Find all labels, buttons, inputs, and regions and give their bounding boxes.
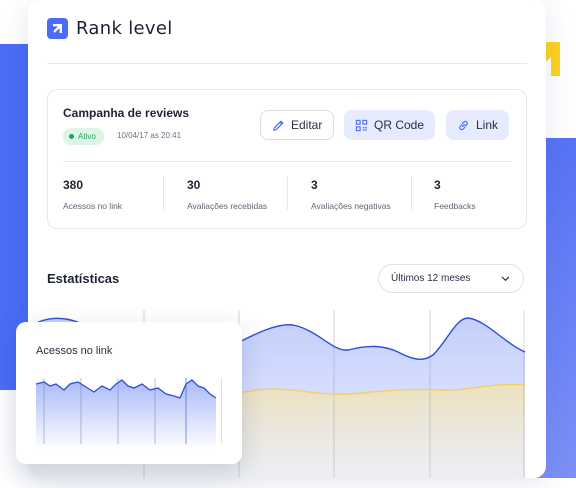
campaign-date: 10/04/17 as 20:41	[117, 131, 182, 140]
stat-divider	[163, 176, 164, 210]
stat-value: 3	[311, 178, 318, 192]
statistics-title: Estatísticas	[47, 271, 120, 286]
mini-series-area	[36, 380, 216, 450]
qr-code-icon	[355, 119, 368, 131]
link-button-label: Link	[476, 118, 499, 132]
period-select-value: Últimos 12 meses	[391, 273, 471, 284]
stat-feedbacks: 3 Feedbacks	[434, 178, 544, 211]
header-divider	[47, 63, 527, 64]
stat-divider	[411, 176, 412, 210]
stat-value: 30	[187, 178, 201, 192]
edit-button-label: Editar	[291, 118, 323, 132]
brand-name: Rank level	[76, 18, 173, 39]
stat-value: 380	[63, 178, 84, 192]
stat-link-access: 380 Acessos no link	[63, 178, 173, 211]
stat-label: Avaliações negativas	[311, 201, 391, 211]
status-label: Ativo	[78, 132, 96, 141]
stat-value: 3	[434, 178, 441, 192]
chevron-down-icon	[501, 276, 510, 281]
campaign-title: Campanha de reviews	[63, 106, 190, 120]
pencil-icon	[273, 120, 284, 131]
stat-label: Acessos no link	[63, 201, 123, 211]
qr-code-button[interactable]: QR Code	[344, 110, 436, 140]
edit-button[interactable]: Editar	[260, 110, 335, 140]
campaign-divider	[63, 161, 511, 162]
stat-reviews-received: 30 Avaliações recebidas	[187, 178, 297, 211]
brand-mark-icon	[47, 18, 68, 39]
period-select[interactable]: Últimos 12 meses	[378, 264, 524, 293]
qr-code-button-label: QR Code	[374, 118, 425, 132]
link-access-card: Acessos no link	[16, 322, 242, 464]
mini-card-title: Acessos no link	[36, 345, 113, 357]
brand-logo: Rank level	[47, 18, 173, 39]
stat-divider	[287, 176, 288, 210]
status-dot-icon	[69, 134, 74, 139]
campaign-panel: Campanha de reviews Ativo 10/04/17 as 20…	[47, 89, 527, 229]
status-badge: Ativo	[63, 128, 104, 145]
stat-label: Feedbacks	[434, 201, 476, 211]
link-icon	[459, 120, 468, 130]
stat-label: Avaliações recebidas	[187, 201, 268, 211]
link-button[interactable]: Link	[446, 110, 510, 140]
mini-chart	[36, 378, 222, 450]
stat-negative-reviews: 3 Avaliações negativas	[311, 178, 421, 211]
